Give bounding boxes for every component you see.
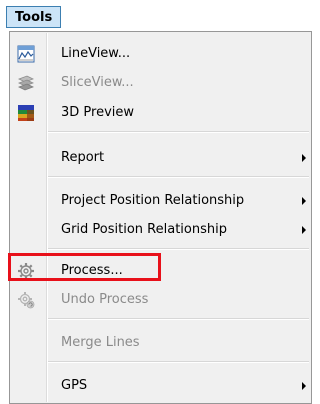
lineview-icon	[17, 45, 35, 63]
sliceview-icon	[17, 74, 35, 92]
3d-preview-icon	[17, 104, 35, 122]
menu-item-label: Grid Position Relationship	[61, 222, 227, 237]
menu-separator	[48, 361, 309, 363]
submenu-arrow-icon	[302, 226, 306, 234]
menu-separator	[48, 318, 309, 320]
menu-item-lineview[interactable]: LineView...	[11, 40, 310, 68]
menu-item-3d-preview[interactable]: 3D Preview	[11, 99, 310, 127]
menu-item-label: 3D Preview	[61, 105, 135, 120]
submenu-arrow-icon	[302, 154, 306, 162]
menu-item-merge-lines[interactable]: Merge Lines	[11, 329, 310, 357]
menu-item-label: LineView...	[61, 46, 131, 61]
menu-item-label: SliceView...	[61, 75, 134, 90]
menu-bar: Tools	[0, 0, 312, 34]
submenu-arrow-icon	[302, 197, 306, 205]
undo-gear-icon	[17, 291, 35, 309]
submenu-arrow-icon	[302, 382, 306, 390]
menu-item-undo-process[interactable]: Undo Process	[11, 286, 310, 314]
tools-dropdown-menu: LineView... SliceView... 3D Preview Repo…	[9, 31, 312, 404]
menu-item-label: Project Position Relationship	[61, 193, 245, 208]
menu-separator	[48, 248, 309, 250]
menu-item-report[interactable]: Report	[11, 144, 310, 172]
menu-separator	[48, 131, 309, 133]
menu-item-label: Merge Lines	[61, 335, 140, 350]
menu-item-label: Report	[61, 150, 105, 165]
menu-separator	[48, 176, 309, 178]
highlight-box	[8, 253, 161, 281]
menu-item-label: GPS	[61, 378, 88, 393]
menu-item-sliceview[interactable]: SliceView...	[11, 69, 310, 97]
menu-item-project-position-relationship[interactable]: Project Position Relationship	[11, 187, 310, 215]
tools-menu-button[interactable]: Tools	[6, 6, 62, 28]
menu-item-grid-position-relationship[interactable]: Grid Position Relationship	[11, 216, 310, 244]
menu-item-gps[interactable]: GPS	[11, 372, 310, 400]
menu-item-label: Undo Process	[61, 292, 149, 307]
